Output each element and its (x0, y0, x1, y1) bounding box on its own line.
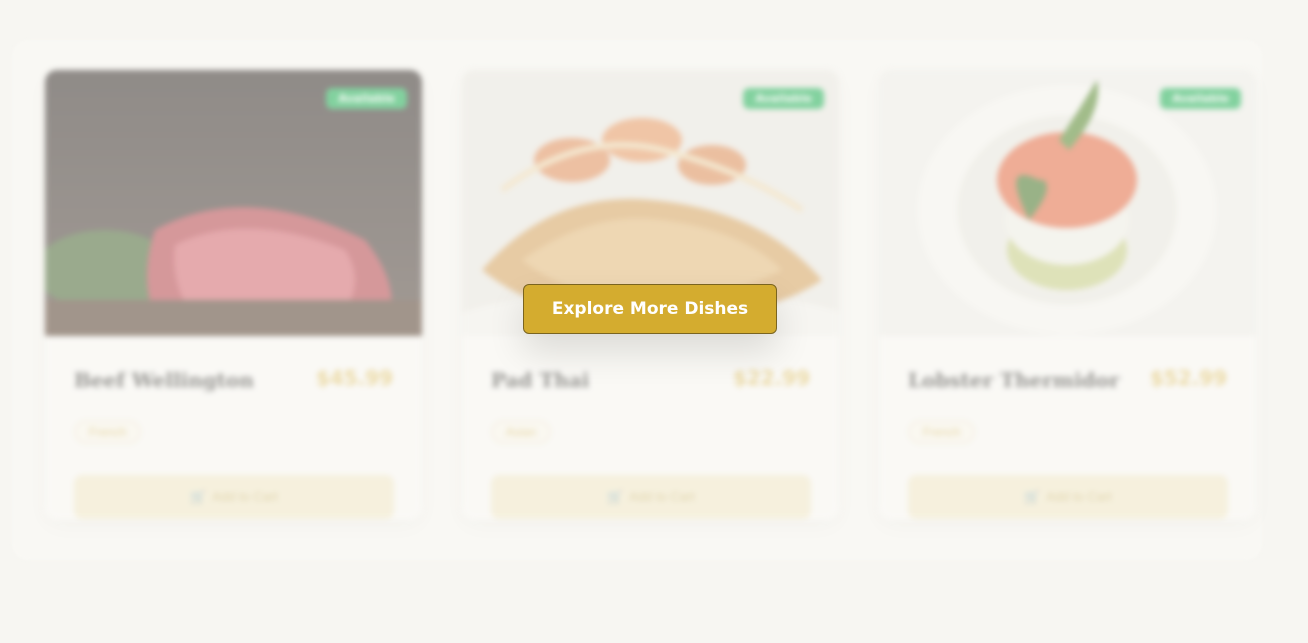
add-to-cart-button[interactable]: 🛒 Add to Cart (908, 475, 1228, 519)
menu-section: Available Beef Wellington $45.99 French … (0, 0, 1308, 643)
add-to-cart-label: Add to Cart (1046, 489, 1112, 504)
dish-price: $22.99 (732, 366, 810, 390)
cart-icon: 🛒 (1024, 489, 1041, 504)
dish-price: $45.99 (315, 366, 393, 390)
explore-more-dishes-button[interactable]: Explore More Dishes (523, 284, 777, 334)
cart-icon: 🛒 (190, 489, 207, 504)
status-badge: Available (326, 88, 407, 109)
dish-card[interactable]: Available Beef Wellington $45.99 French … (45, 70, 422, 520)
dish-card[interactable]: Available Lobster Thermidor $52.99 Frenc… (879, 70, 1256, 520)
dish-price: $52.99 (1149, 366, 1227, 390)
dish-photo-lobster-thermidor (879, 70, 1256, 336)
cuisine-tag: French (908, 420, 976, 444)
dish-name: Pad Thai (491, 368, 590, 392)
cuisine-tag: French (74, 420, 142, 444)
cuisine-tag: Asian (491, 420, 552, 444)
dish-name: Beef Wellington (74, 368, 254, 392)
status-badge: Available (743, 88, 824, 109)
cart-icon: 🛒 (607, 489, 624, 504)
add-to-cart-label: Add to Cart (212, 489, 278, 504)
add-to-cart-button[interactable]: 🛒 Add to Cart (491, 475, 811, 519)
add-to-cart-button[interactable]: 🛒 Add to Cart (74, 475, 394, 519)
dish-photo-beef-wellington (45, 70, 422, 336)
add-to-cart-label: Add to Cart (629, 489, 695, 504)
status-badge: Available (1160, 88, 1241, 109)
dish-name: Lobster Thermidor (908, 368, 1120, 392)
